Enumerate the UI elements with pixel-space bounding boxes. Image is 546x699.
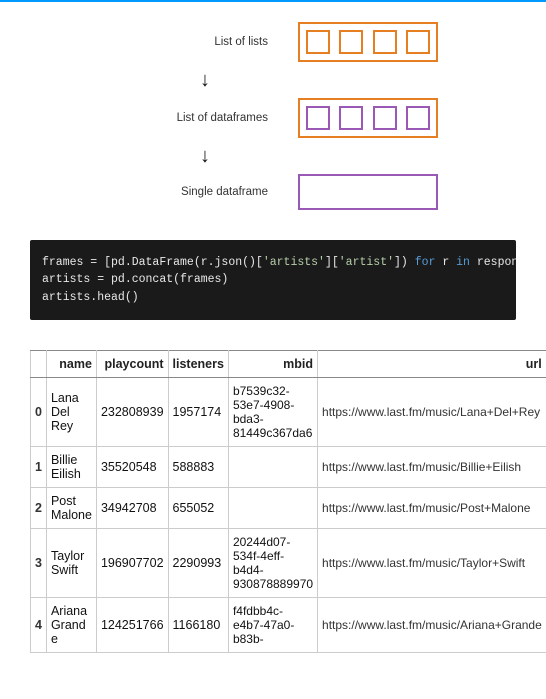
cell-index: 3 [31,528,47,597]
list-of-lists-box [298,22,438,62]
cell-name: Ariana Grande [46,597,96,652]
cell-mbid [228,446,317,487]
code-text: ]) [394,256,415,269]
diagram: List of lists ↓ List of dataframes ↓ Sin… [0,2,546,240]
cell-url: https://www.last.fm/music/Post+Malone [318,487,546,528]
table-body: 0Lana Del Rey2328089391957174b7539c32-53… [31,377,546,652]
list-item-box [373,30,397,54]
diagram-label-2: List of dataframes [108,112,268,124]
table-output: name playcount listeners mbid url stream… [30,350,546,653]
down-arrow-icon: ↓ [190,70,330,90]
list-item-box [306,30,330,54]
cell-url: https://www.last.fm/music/Billie+Eilish [318,446,546,487]
table-row: 3Taylor Swift196907702229099320244d07-53… [31,528,546,597]
code-text: ][ [325,256,339,269]
col-header-url: url [318,350,546,377]
col-header-index [31,350,47,377]
table-header: name playcount listeners mbid url stream… [31,350,546,377]
list-of-dataframes-box [298,98,438,138]
code-line: artists.head() [42,291,139,304]
dataframe-item-box [406,106,430,130]
cell-name: Post Malone [46,487,96,528]
cell-index: 4 [31,597,47,652]
list-item-box [339,30,363,54]
col-header-mbid: mbid [228,350,317,377]
diagram-label-3: Single dataframe [108,186,268,198]
cell-mbid: f4fdbb4c-e4b7-47a0-b83b- [228,597,317,652]
code-string: 'artist' [339,256,394,269]
dataframe-item-box [373,106,397,130]
dataframe-table: name playcount listeners mbid url stream… [30,350,546,653]
cell-playcount: 35520548 [96,446,168,487]
table-row: 1Billie Eilish35520548588883 https://www.… [31,446,546,487]
cell-mbid: b7539c32-53e7-4908-bda3-81449c367da6 [228,377,317,446]
cell-index: 2 [31,487,47,528]
cell-mbid: 20244d07-534f-4eff-b4d4-930878889970 [228,528,317,597]
diagram-row-2: List of dataframes [0,98,546,138]
diagram-arrow-2: ↓ [0,146,546,166]
dataframe-item-box [339,106,363,130]
code-keyword: in [456,256,470,269]
code-text: responses] [470,256,516,269]
diagram-label-1: List of lists [108,36,268,48]
single-dataframe-box [298,174,438,210]
cell-mbid [228,487,317,528]
cell-playcount: 232808939 [96,377,168,446]
cell-listeners: 1166180 [168,597,228,652]
cell-url: https://www.last.fm/music/Taylor+Swift [318,528,546,597]
col-header-listeners: listeners [168,350,228,377]
cell-name: Taylor Swift [46,528,96,597]
diagram-row-3: Single dataframe [0,174,546,210]
code-keyword: for [415,256,436,269]
diagram-arrow-1: ↓ [0,70,546,90]
cell-url: https://www.last.fm/music/Ariana+Grande [318,597,546,652]
diagram-row-1: List of lists [0,22,546,62]
cell-name: Lana Del Rey [46,377,96,446]
code-block: frames = [pd.DataFrame(r.json()['artists… [30,240,516,320]
cell-index: 0 [31,377,47,446]
cell-listeners: 2290993 [168,528,228,597]
cell-playcount: 34942708 [96,487,168,528]
code-string: 'artists' [263,256,325,269]
table-row: 2Post Malone34942708655052 https://www.la… [31,487,546,528]
code-text: r [435,256,456,269]
cell-listeners: 655052 [168,487,228,528]
table-row: 0Lana Del Rey2328089391957174b7539c32-53… [31,377,546,446]
table-row: 4Ariana Grande1242517661166180f4fdbb4c-e… [31,597,546,652]
code-text: frames = [pd.DataFrame(r.json()[ [42,256,263,269]
down-arrow-icon: ↓ [190,146,330,166]
table-header-row: name playcount listeners mbid url stream… [31,350,546,377]
dataframe-item-box [306,106,330,130]
cell-playcount: 124251766 [96,597,168,652]
cell-listeners: 1957174 [168,377,228,446]
list-item-box [406,30,430,54]
cell-name: Billie Eilish [46,446,96,487]
cell-playcount: 196907702 [96,528,168,597]
col-header-name: name [46,350,96,377]
cell-url: https://www.last.fm/music/Lana+Del+Rey [318,377,546,446]
code-line: artists = pd.concat(frames) [42,273,228,286]
cell-index: 1 [31,446,47,487]
cell-listeners: 588883 [168,446,228,487]
col-header-playcount: playcount [96,350,168,377]
